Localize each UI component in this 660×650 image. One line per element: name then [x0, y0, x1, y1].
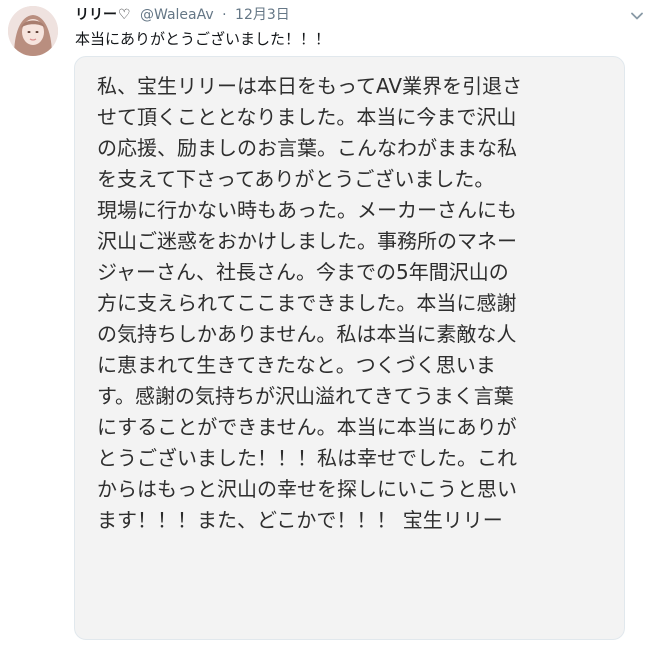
image-text-line: の気持ちしかありません。私は本当に素敵な人	[97, 322, 517, 346]
image-text-line: とうございました！！！私は幸せでした。これ	[97, 446, 517, 470]
image-text-line: にすることができません。本当に本当にありが	[97, 415, 517, 439]
user-handle[interactable]: @WaleaAv	[140, 7, 214, 23]
image-text-line: を支えて下さってありがとうございました。	[97, 167, 495, 191]
separator-dot: ·	[222, 7, 227, 23]
chevron-down-icon	[631, 12, 643, 20]
image-text-line: ます！！！また、どこかで！！！ 宝生リリー	[97, 508, 503, 532]
avatar[interactable]	[8, 6, 58, 56]
image-text: 私、宝生リリーは本日をもってAV業界を引退さ せて頂くこととなりました。本当に今…	[97, 71, 607, 536]
image-text-line: 方に支えられてここまできました。本当に感謝	[97, 291, 517, 315]
image-text-line: す。感謝の気持ちが沢山溢れてきてうまく言葉	[97, 384, 514, 408]
attached-image[interactable]: 私、宝生リリーは本日をもってAV業界を引退さ せて頂くこととなりました。本当に今…	[74, 56, 625, 640]
image-text-line: せて頂くこととなりました。本当に今まで沢山	[97, 105, 517, 129]
image-text-line: ジャーさん、社長さん。今までの5年間沢山の	[97, 260, 509, 284]
image-text-line: に恵まれて生きてきたなと。つくづく思いま	[97, 353, 496, 377]
image-text-line: 現場に行かない時もあった。メーカーさんにも	[97, 198, 517, 222]
image-text-line: 沢山ご迷惑をおかけしました。事務所のマネー	[97, 229, 517, 253]
tweet: リリー♡ @WaleaAv · 12月3日 本当にありがとうございました！！！ …	[0, 0, 660, 650]
name-heart[interactable]: ♡	[118, 7, 131, 23]
tweet-menu-button[interactable]	[630, 8, 644, 22]
image-text-line: 私、宝生リリーは本日をもってAV業界を引退さ	[97, 74, 523, 98]
display-name[interactable]: リリー	[75, 7, 117, 23]
avatar-photo-icon	[8, 6, 58, 56]
tweet-header: リリー♡ @WaleaAv · 12月3日	[75, 4, 290, 26]
tweet-date[interactable]: 12月3日	[235, 7, 290, 23]
image-text-line: の応援、励ましのお言葉。こんなわがままな私	[97, 136, 517, 160]
image-text-line: からはもっと沢山の幸せを探しにいこうと思い	[97, 477, 517, 501]
tweet-text: 本当にありがとうございました！！！	[75, 30, 331, 48]
